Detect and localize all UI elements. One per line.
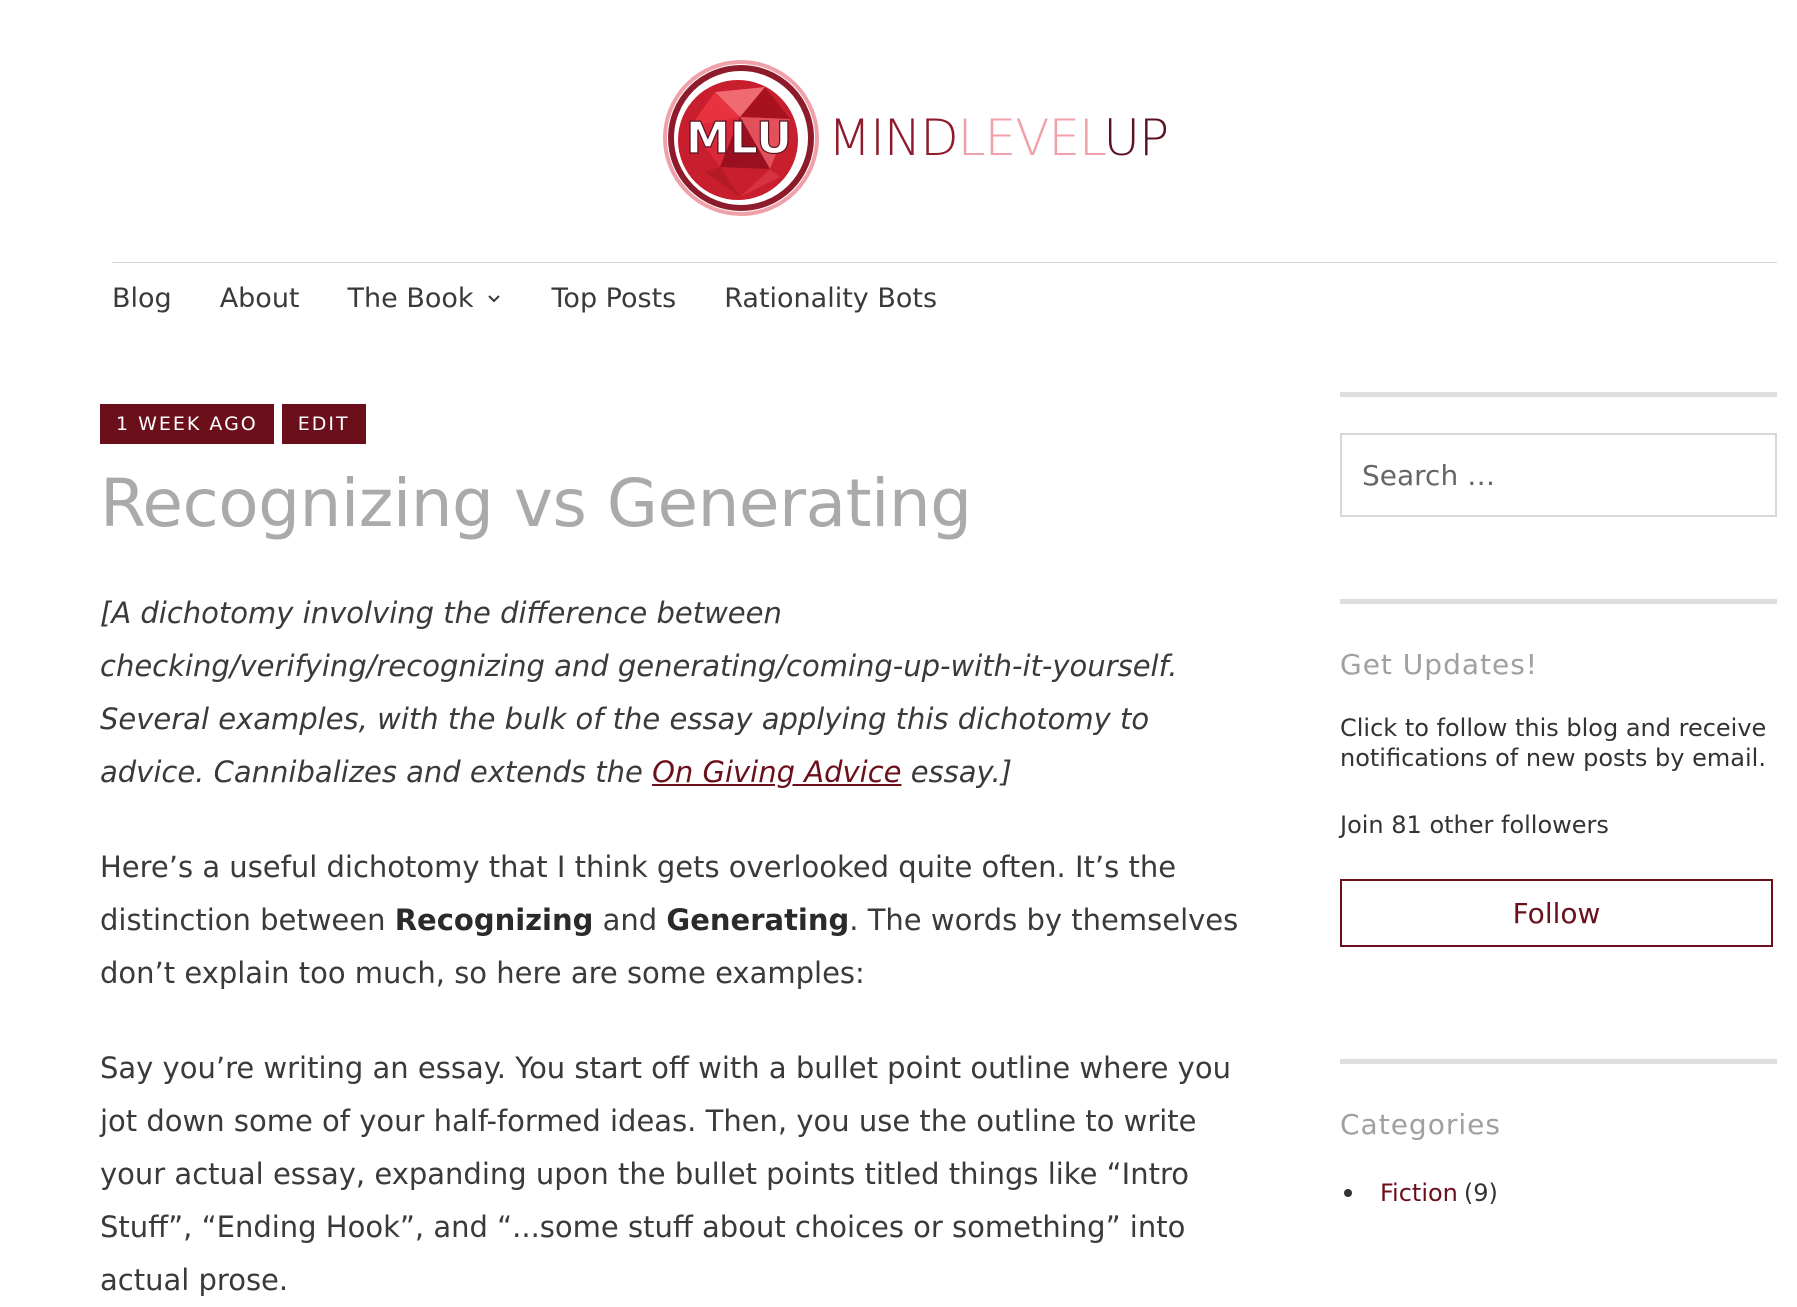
search-input[interactable] [1360, 457, 1760, 493]
follow-button[interactable]: Follow [1340, 879, 1773, 947]
nav-item-the-book[interactable]: The Book [348, 283, 504, 314]
logo-mark-text: MLU [686, 113, 792, 164]
chevron-down-icon [486, 289, 504, 307]
categories-title: Categories [1340, 1108, 1501, 1141]
widget-divider [1340, 392, 1777, 397]
follow-widget: Get Updates! Click to follow this blog a… [1340, 599, 1777, 947]
category-link-fiction[interactable]: Fiction [1380, 1179, 1458, 1207]
on-giving-advice-link[interactable]: On Giving Advice [652, 755, 901, 789]
para1-bold-recognizing: Recognizing [394, 903, 594, 938]
post-paragraph-1: Here’s a useful dichotomy that I think g… [100, 841, 1250, 1000]
post-title[interactable]: Recognizing vs Generating [100, 464, 1260, 543]
wordmark-mind: MIND [828, 108, 959, 167]
nav-item-label: Rationality Bots [724, 282, 938, 314]
follow-widget-title: Get Updates! [1340, 648, 1539, 681]
categories-widget: Categories Fiction (9) [1340, 1059, 1777, 1207]
date-badge[interactable]: 1 WEEK AGO [100, 404, 274, 444]
post-paragraph-2: Say you’re writing an essay. You start o… [100, 1051, 1231, 1298]
nav-item-blog[interactable]: Blog [112, 283, 172, 314]
follower-count: Join 81 other followers [1340, 811, 1609, 839]
site-logo[interactable]: MLU MINDLEVELUP [660, 55, 1180, 220]
intro-text: [A dichotomy involving the difference be… [100, 596, 1178, 790]
widget-divider [1340, 1059, 1777, 1064]
category-list: Fiction (9) [1340, 1179, 1777, 1207]
logo-wordmark: MINDLEVELUP [828, 108, 1169, 167]
brain-logo-icon: MLU [660, 57, 822, 219]
wordmark-level: LEVEL [957, 108, 1105, 167]
nav-item-about[interactable]: About [220, 283, 300, 314]
nav-item-label: Top Posts [551, 282, 677, 314]
list-item: Fiction (9) [1340, 1179, 1777, 1207]
para1-bold-generating: Generating [666, 903, 850, 938]
edit-badge[interactable]: EDIT [281, 404, 366, 444]
post-article: 1 WEEK AGO EDIT Recognizing vs Generatin… [100, 404, 1260, 1307]
para1-middle: and [593, 903, 667, 938]
main-nav: Blog About The Book Top Posts Rationalit… [112, 278, 985, 318]
category-count: (9) [1463, 1179, 1498, 1207]
site-header: MLU MINDLEVELUP [0, 0, 1797, 230]
wordmark-up: UP [1103, 108, 1169, 167]
follow-description: Click to follow this blog and receive no… [1340, 714, 1767, 772]
post-meta: 1 WEEK AGO EDIT [100, 404, 1260, 444]
nav-item-top-posts[interactable]: Top Posts [552, 283, 677, 314]
nav-divider [112, 262, 1777, 263]
widget-divider [1340, 599, 1777, 604]
bullet-icon [1344, 1189, 1352, 1197]
nav-item-label: Blog [112, 282, 172, 314]
search-box [1340, 433, 1777, 517]
intro-text-end: essay.] [901, 755, 1012, 790]
nav-item-rationality-bots[interactable]: Rationality Bots [724, 283, 937, 314]
sidebar: Get Updates! Click to follow this blog a… [1340, 392, 1777, 1207]
nav-item-label: About [219, 282, 300, 314]
post-intro: [A dichotomy involving the difference be… [100, 587, 1230, 799]
nav-item-label: The Book [347, 282, 474, 314]
